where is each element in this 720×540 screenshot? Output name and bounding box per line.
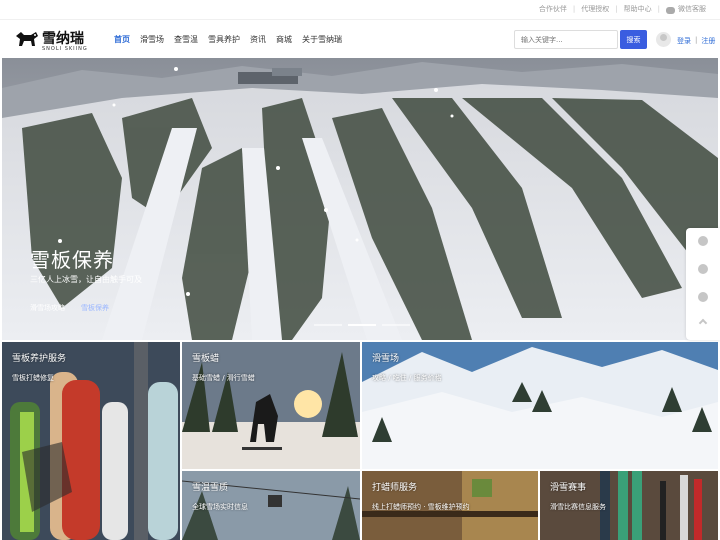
back-to-top-icon[interactable]	[698, 318, 708, 328]
divider: |	[657, 5, 660, 13]
card-subtitle: 全球雪场实时信息	[192, 503, 248, 511]
message-icon[interactable]	[698, 264, 708, 274]
auth-links: 登录 | 注册	[677, 36, 715, 46]
card-image	[2, 342, 180, 540]
card-subtitle: 滑雪比赛信息服务	[550, 503, 606, 511]
card-image	[362, 342, 718, 469]
card-title: 雪板蜡	[192, 354, 220, 364]
nav-gear-care[interactable]: 雪具养护	[208, 34, 240, 45]
card-title: 雪温雪质	[192, 483, 229, 493]
nav-mall[interactable]: 商城	[276, 34, 292, 45]
utility-bar: 合作伙伴 | 代理授权 | 帮助中心 | 微信客服	[0, 0, 720, 20]
hero-title: 雪板保养	[30, 248, 114, 272]
agency-link[interactable]: 代理授权	[581, 4, 609, 14]
card-title: 滑雪赛事	[550, 483, 587, 493]
logo-dog-icon	[16, 32, 38, 46]
card-ski-events[interactable]: 滑雪赛事 滑雪比赛信息服务	[540, 471, 718, 540]
nav-snow-temp[interactable]: 查雪温	[174, 34, 198, 45]
wechat-service-link[interactable]: 微信客服	[678, 4, 706, 14]
divider: |	[615, 5, 618, 13]
header: 雪纳瑞 SNOLI SKIING 首页 滑雪场 查雪温 雪具养护 资讯 商城 关…	[0, 20, 720, 58]
hero-tag-ski-guide[interactable]: 滑雪场攻略	[30, 303, 65, 313]
register-link[interactable]: 注册	[701, 36, 715, 46]
hero-banner[interactable]: 雪板保养 三亿人上冰雪，让自由触手可及 滑雪场攻略 雪板保养	[2, 58, 718, 340]
carousel-dot[interactable]	[348, 324, 376, 326]
hero-subtitle: 三亿人上冰雪，让自由触手可及	[30, 275, 142, 284]
chat-icon[interactable]	[698, 292, 708, 302]
divider: |	[572, 5, 576, 13]
search-input[interactable]	[514, 30, 618, 49]
login-link[interactable]: 登录	[677, 36, 691, 46]
wechat-icon	[666, 6, 675, 14]
logo-subtext: SNOLI SKIING	[42, 46, 88, 52]
partners-link[interactable]: 合作伙伴	[539, 4, 567, 14]
logo[interactable]: 雪纳瑞 SNOLI SKIING	[14, 28, 90, 52]
card-snow-temp[interactable]: 雪温雪质 全球雪场实时信息	[182, 471, 360, 540]
card-subtitle: 线上打蜡师预约 · 雪板维护预约	[372, 503, 470, 511]
carousel-dot[interactable]	[382, 324, 410, 326]
floating-toolbar	[686, 228, 720, 340]
card-subtitle: 攻略 / 吃住 / 服务价格	[372, 374, 442, 382]
nav-news[interactable]: 资讯	[250, 34, 266, 45]
hero-image	[2, 58, 718, 340]
nav-ski-resorts[interactable]: 滑雪场	[140, 34, 164, 45]
hero-tag-board-care[interactable]: 雪板保养	[81, 303, 109, 313]
help-icon[interactable]	[698, 236, 708, 246]
user-avatar-icon[interactable]	[656, 32, 671, 47]
utility-links: 合作伙伴 | 代理授权 | 帮助中心 | 微信客服	[539, 4, 706, 14]
logo-text: 雪纳瑞	[42, 31, 84, 47]
help-center-link[interactable]: 帮助中心	[624, 4, 652, 14]
carousel-indicators	[314, 324, 416, 326]
card-subtitle: 基础雪蜡 / 滑行雪蜡	[192, 374, 255, 382]
hero-tags: 滑雪场攻略 雪板保养	[30, 303, 125, 313]
card-subtitle: 雪板打蜡修复	[12, 374, 54, 382]
card-ski-wax[interactable]: 雪板蜡 基础雪蜡 / 滑行雪蜡	[182, 342, 360, 469]
divider: |	[695, 36, 698, 44]
nav-home[interactable]: 首页	[114, 34, 130, 45]
nav-about[interactable]: 关于雪纳瑞	[302, 34, 342, 45]
card-title: 打蜡师服务	[372, 483, 418, 493]
search-button[interactable]: 搜索	[620, 30, 647, 49]
card-title: 滑雪场	[372, 354, 400, 364]
carousel-dot[interactable]	[314, 324, 342, 326]
card-waxer-service[interactable]: 打蜡师服务 线上打蜡师预约 · 雪板维护预约	[362, 471, 538, 540]
card-board-care[interactable]: 雪板养护服务 雪板打蜡修复	[2, 342, 180, 540]
card-ski-resorts[interactable]: 滑雪场 攻略 / 吃住 / 服务价格	[362, 342, 718, 469]
main-nav: 首页 滑雪场 查雪温 雪具养护 资讯 商城 关于雪纳瑞	[114, 34, 352, 45]
card-title: 雪板养护服务	[12, 354, 67, 364]
